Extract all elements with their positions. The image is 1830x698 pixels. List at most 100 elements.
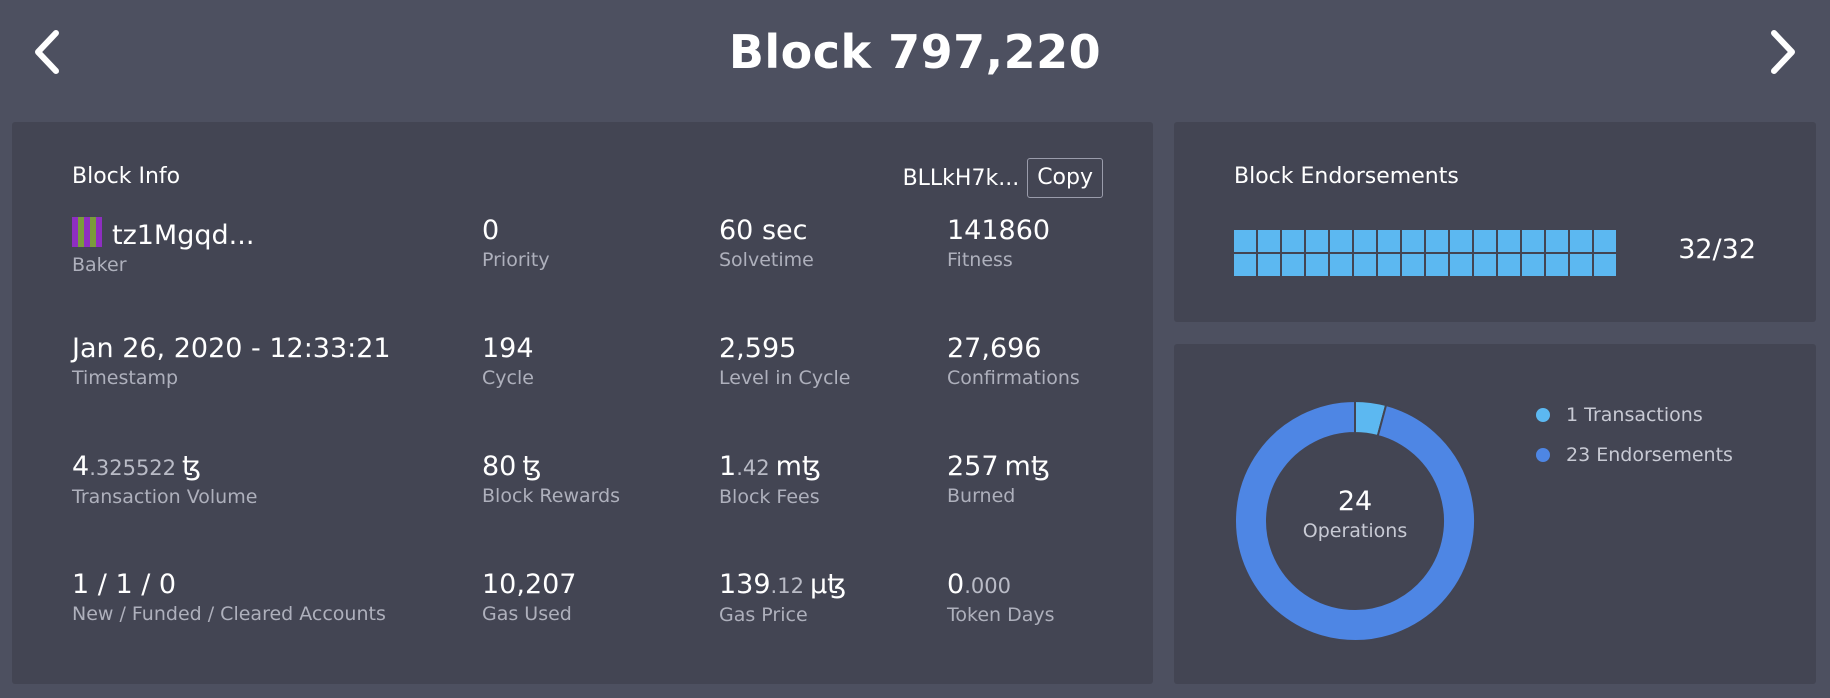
endorsements-grid <box>1234 230 1616 276</box>
endorsement-slot[interactable] <box>1570 254 1592 276</box>
endorsement-slot[interactable] <box>1354 230 1376 252</box>
stat-value-main: 0 <box>482 215 500 246</box>
stat-value-main: 4 <box>72 451 90 482</box>
endorsement-slot[interactable] <box>1426 254 1448 276</box>
endorsement-slot[interactable] <box>1378 230 1400 252</box>
stat-label: Priority <box>482 249 550 271</box>
stat-value-main: 2,595 <box>719 333 797 364</box>
stat-value-decimal: .42 <box>736 456 770 480</box>
endorsement-slot[interactable] <box>1234 254 1256 276</box>
stat-burned: 257 mꜩ Burned <box>947 450 1050 508</box>
stat-timestamp: Jan 26, 2020 - 12:33:21 Timestamp <box>72 332 391 390</box>
endorsement-slot[interactable] <box>1306 254 1328 276</box>
stat-value-main: 10,207 <box>482 569 577 600</box>
stat-value-main: 194 <box>482 333 534 364</box>
stat-label: Level in Cycle <box>719 367 851 389</box>
endorsement-slot[interactable] <box>1282 254 1304 276</box>
operations-total: 24 <box>1337 486 1373 517</box>
stat-fitness: 141860 Fitness <box>947 214 1050 272</box>
endorsement-slot[interactable] <box>1306 230 1328 252</box>
stat-solvetime: 60 sec Solvetime <box>719 214 814 272</box>
stat-value: 2,595 <box>719 332 850 366</box>
endorsements-count: 32/32 <box>1678 234 1756 265</box>
endorsement-slot[interactable] <box>1258 254 1280 276</box>
endorsement-slot[interactable] <box>1546 254 1568 276</box>
legend-label: 1 Transactions <box>1566 404 1703 426</box>
stat-value: Jan 26, 2020 - 12:33:21 <box>72 332 391 366</box>
endorsement-slot[interactable] <box>1594 230 1616 252</box>
stat-value: 0 <box>482 214 550 248</box>
endorsement-slot[interactable] <box>1282 230 1304 252</box>
stat-gas-price: 139.12 μꜩ Gas Price <box>719 568 846 627</box>
endorsement-slot[interactable] <box>1234 230 1256 252</box>
donut-center: 24 Operations <box>1234 486 1476 542</box>
endorsement-slot[interactable] <box>1474 254 1496 276</box>
stat-token-days: 0.000 Token Days <box>947 568 1055 627</box>
endorsement-slot[interactable] <box>1378 254 1400 276</box>
block-hash-area: BLLkH7k... Copy <box>903 158 1103 198</box>
page-title: Block 797,220 <box>728 25 1102 79</box>
stat-value: 1 / 1 / 0 <box>72 568 386 602</box>
endorsement-slot[interactable] <box>1474 230 1496 252</box>
stat-value-main: 1 <box>719 451 737 482</box>
legend-label: 23 Endorsements <box>1566 444 1733 466</box>
stat-value-main: tz1Mgqd... <box>112 220 255 251</box>
stat-label: Token Days <box>947 604 1055 626</box>
stat-value-main: Jan 26, 2020 - 12:33:21 <box>72 333 391 364</box>
legend-item-transactions[interactable]: 1 Transactions <box>1536 404 1703 426</box>
stat-value-main: 0 <box>947 569 965 600</box>
stat-value-main: 60 sec <box>719 215 808 246</box>
stat-unit: ꜩ <box>522 451 542 482</box>
stat-accounts: 1 / 1 / 0 New / Funded / Cleared Accounts <box>72 568 386 626</box>
legend-item-endorsements[interactable]: 23 Endorsements <box>1536 444 1733 466</box>
chevron-right-icon <box>1771 30 1795 74</box>
endorsement-slot[interactable] <box>1258 230 1280 252</box>
block-hash[interactable]: BLLkH7k... <box>903 166 1020 191</box>
stat-value: 27,696 <box>947 332 1080 366</box>
endorsement-slot[interactable] <box>1426 230 1448 252</box>
stat-label: Fitness <box>947 249 1013 271</box>
stat-label: Timestamp <box>72 367 179 389</box>
endorsement-slot[interactable] <box>1522 254 1544 276</box>
stat-value-decimal: .325522 <box>89 456 177 480</box>
stat-value: 80 ꜩ <box>482 450 620 484</box>
endorsement-slot[interactable] <box>1546 230 1568 252</box>
stat-block-fees: 1.42 mꜩ Block Fees <box>719 450 821 509</box>
stat-confirmations: 27,696 Confirmations <box>947 332 1080 390</box>
endorsement-slot[interactable] <box>1594 254 1616 276</box>
endorsement-slot[interactable] <box>1498 254 1520 276</box>
endorsement-slot[interactable] <box>1522 230 1544 252</box>
stat-unit: μꜩ <box>809 569 847 600</box>
legend-dot-icon <box>1536 408 1550 422</box>
endorsement-slot[interactable] <box>1330 230 1352 252</box>
stat-baker[interactable]: tz1Mgqd... Baker <box>72 214 254 277</box>
stat-label: New / Funded / Cleared Accounts <box>72 603 386 625</box>
endorsement-slot[interactable] <box>1570 230 1592 252</box>
stat-label: Baker <box>72 254 127 276</box>
baker-avatar-icon <box>72 217 102 247</box>
endorsement-slot[interactable] <box>1402 230 1424 252</box>
stat-value: tz1Mgqd... <box>72 214 254 253</box>
stat-transaction-volume: 4.325522 ꜩ Transaction Volume <box>72 450 257 509</box>
stat-label: Gas Used <box>482 603 572 625</box>
stat-gas-used: 10,207 Gas Used <box>482 568 576 626</box>
endorsement-slot[interactable] <box>1402 254 1424 276</box>
operations-card: 24 Operations 1 Transactions 23 Endorsem… <box>1174 344 1816 684</box>
copy-button[interactable]: Copy <box>1027 158 1103 198</box>
stat-value: 4.325522 ꜩ <box>72 450 257 485</box>
stat-label: Solvetime <box>719 249 814 271</box>
endorsement-slot[interactable] <box>1450 230 1472 252</box>
endorsements-card: Block Endorsements 32/32 <box>1174 122 1816 322</box>
stat-unit: mꜩ <box>1004 451 1051 482</box>
stat-cycle: 194 Cycle <box>482 332 534 390</box>
stat-value: 10,207 <box>482 568 576 602</box>
endorsement-slot[interactable] <box>1450 254 1472 276</box>
stat-value-main: 80 <box>482 451 517 482</box>
legend-dot-icon <box>1536 448 1550 462</box>
endorsement-slot[interactable] <box>1354 254 1376 276</box>
block-info-card: Block Info BLLkH7k... Copy tz1Mgqd... Bak… <box>12 122 1153 684</box>
endorsement-slot[interactable] <box>1330 254 1352 276</box>
endorsement-slot[interactable] <box>1498 230 1520 252</box>
stat-value: 60 sec <box>719 214 814 248</box>
next-block-button[interactable] <box>1758 22 1808 82</box>
